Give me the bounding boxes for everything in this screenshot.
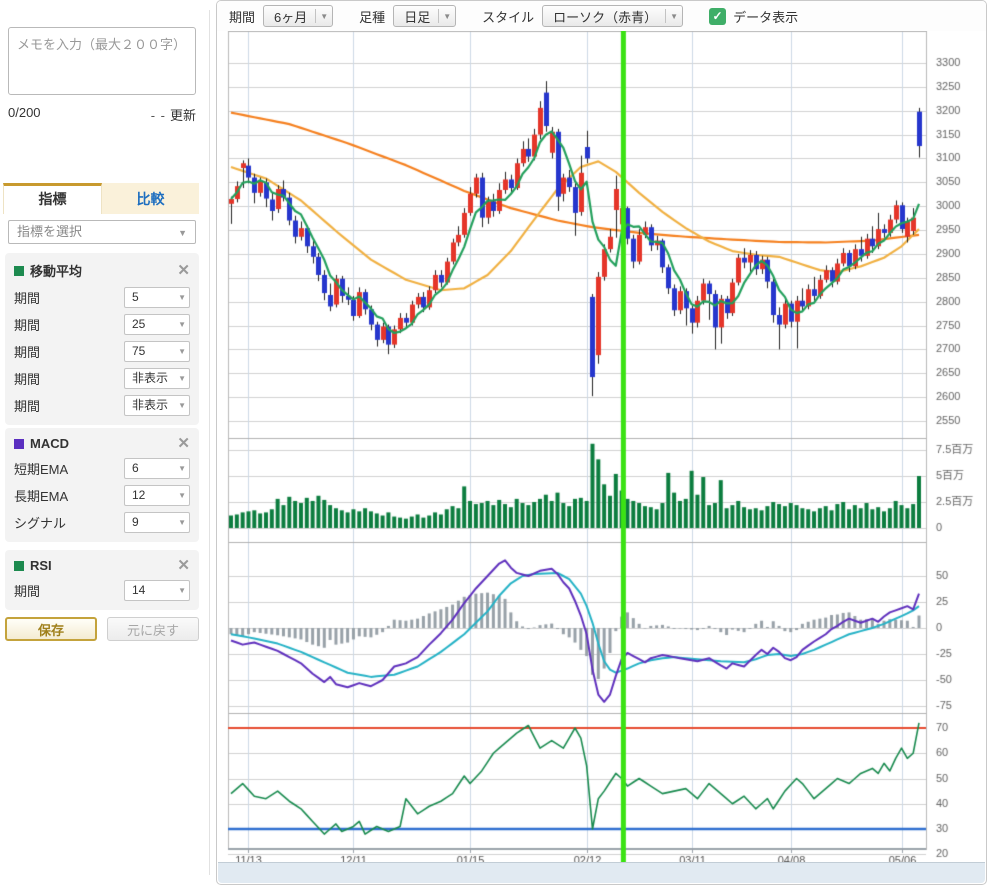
stock-chart-app: 0/200 - -更新 指標 比較 指標を選択 ▼ 移動平均 ✕ 期間 5▼ 期… [0, 0, 987, 885]
chevron-down-icon: ▼ [178, 369, 186, 388]
indicator-color-swatch [14, 439, 24, 449]
chevron-down-icon: ▼ [178, 396, 186, 415]
indicator-card-rsi: RSI ✕ 期間 14▼ [5, 550, 199, 610]
bar-type-label: 足種 [359, 7, 385, 26]
style-select[interactable]: ローソク（赤青） ▼ [542, 5, 683, 27]
char-count: 0/200 [8, 105, 41, 124]
ma-period-2-select[interactable]: 25▼ [124, 314, 190, 335]
param-label: 長期EMA [14, 486, 68, 505]
indicator-name: 移動平均 [30, 261, 82, 280]
chevron-down-icon: ▼ [178, 288, 186, 307]
chevron-down-icon: ▼ [178, 222, 187, 244]
chevron-down-icon: ▼ [443, 12, 451, 21]
param-label: 期間 [14, 315, 40, 334]
close-icon[interactable]: ✕ [177, 265, 190, 277]
ma-period-3-select[interactable]: 75▼ [124, 341, 190, 362]
chevron-down-icon: ▼ [178, 486, 186, 505]
chevron-down-icon: ▼ [178, 459, 186, 478]
memo-input[interactable] [8, 27, 196, 95]
close-icon[interactable]: ✕ [177, 560, 190, 572]
chevron-down-icon: ▼ [178, 513, 186, 532]
param-label: 期間 [14, 396, 40, 415]
chevron-down-icon: ▼ [178, 315, 186, 334]
ma-period-4-select[interactable]: 非表示▼ [124, 368, 190, 389]
sidebar: 0/200 - -更新 指標 比較 指標を選択 ▼ 移動平均 ✕ 期間 5▼ 期… [0, 0, 216, 885]
update-value: - - [151, 108, 166, 123]
indicator-name: RSI [30, 558, 52, 573]
indicator-select[interactable]: 指標を選択 ▼ [8, 220, 196, 244]
macd-signal-select[interactable]: 9▼ [124, 512, 190, 533]
tab-indicators[interactable]: 指標 [3, 183, 102, 214]
indicator-color-swatch [14, 266, 24, 276]
save-button[interactable]: 保存 [5, 617, 97, 641]
period-select[interactable]: 6ヶ月 ▼ [263, 5, 333, 27]
indicator-card-macd: MACD ✕ 短期EMA 6▼ 長期EMA 12▼ シグナル 9▼ [5, 428, 199, 542]
tab-compare[interactable]: 比較 [102, 183, 199, 214]
param-label: 期間 [14, 288, 40, 307]
chart-area: 期間 6ヶ月 ▼ 足種 日足 ▼ スタイル ローソク（赤青） ▼ ✓ データ表示 [216, 0, 987, 885]
reset-button[interactable]: 元に戻す [107, 617, 199, 641]
chevron-down-icon: ▼ [670, 12, 678, 21]
chevron-down-icon: ▼ [178, 342, 186, 361]
bar-type-select[interactable]: 日足 ▼ [393, 5, 456, 27]
indicator-card-moving-average: 移動平均 ✕ 期間 5▼ 期間 25▼ 期間 75▼ 期間 非表示▼ 期間 非表… [5, 253, 199, 425]
rsi-period-select[interactable]: 14▼ [124, 580, 190, 601]
param-label: 期間 [14, 369, 40, 388]
sidebar-tabs: 指標 比較 [3, 183, 199, 214]
chart-bottom-band [218, 862, 985, 883]
ma-period-1-select[interactable]: 5▼ [124, 287, 190, 308]
indicator-name: MACD [30, 436, 69, 451]
memo-meta: 0/200 - -更新 [8, 105, 196, 124]
period-label: 期間 [229, 7, 255, 26]
data-display-label: データ表示 [733, 7, 798, 26]
chart-toolbar: 期間 6ヶ月 ▼ 足種 日足 ▼ スタイル ローソク（赤青） ▼ ✓ データ表示 [217, 1, 986, 31]
macd-long-ema-select[interactable]: 12▼ [124, 485, 190, 506]
close-icon[interactable]: ✕ [177, 438, 190, 450]
stock-chart-canvas[interactable] [217, 31, 987, 885]
update-link[interactable]: - -更新 [151, 105, 196, 124]
ma-period-5-select[interactable]: 非表示▼ [124, 395, 190, 416]
param-label: 短期EMA [14, 459, 68, 478]
indicator-color-swatch [14, 561, 24, 571]
param-label: 期間 [14, 581, 40, 600]
param-label: 期間 [14, 342, 40, 361]
macd-short-ema-select[interactable]: 6▼ [124, 458, 190, 479]
param-label: シグナル [14, 513, 66, 532]
data-display-checkbox[interactable]: ✓ [709, 8, 726, 25]
chevron-down-icon: ▼ [178, 581, 186, 600]
chevron-down-icon: ▼ [320, 12, 328, 21]
style-label: スタイル [482, 7, 534, 26]
